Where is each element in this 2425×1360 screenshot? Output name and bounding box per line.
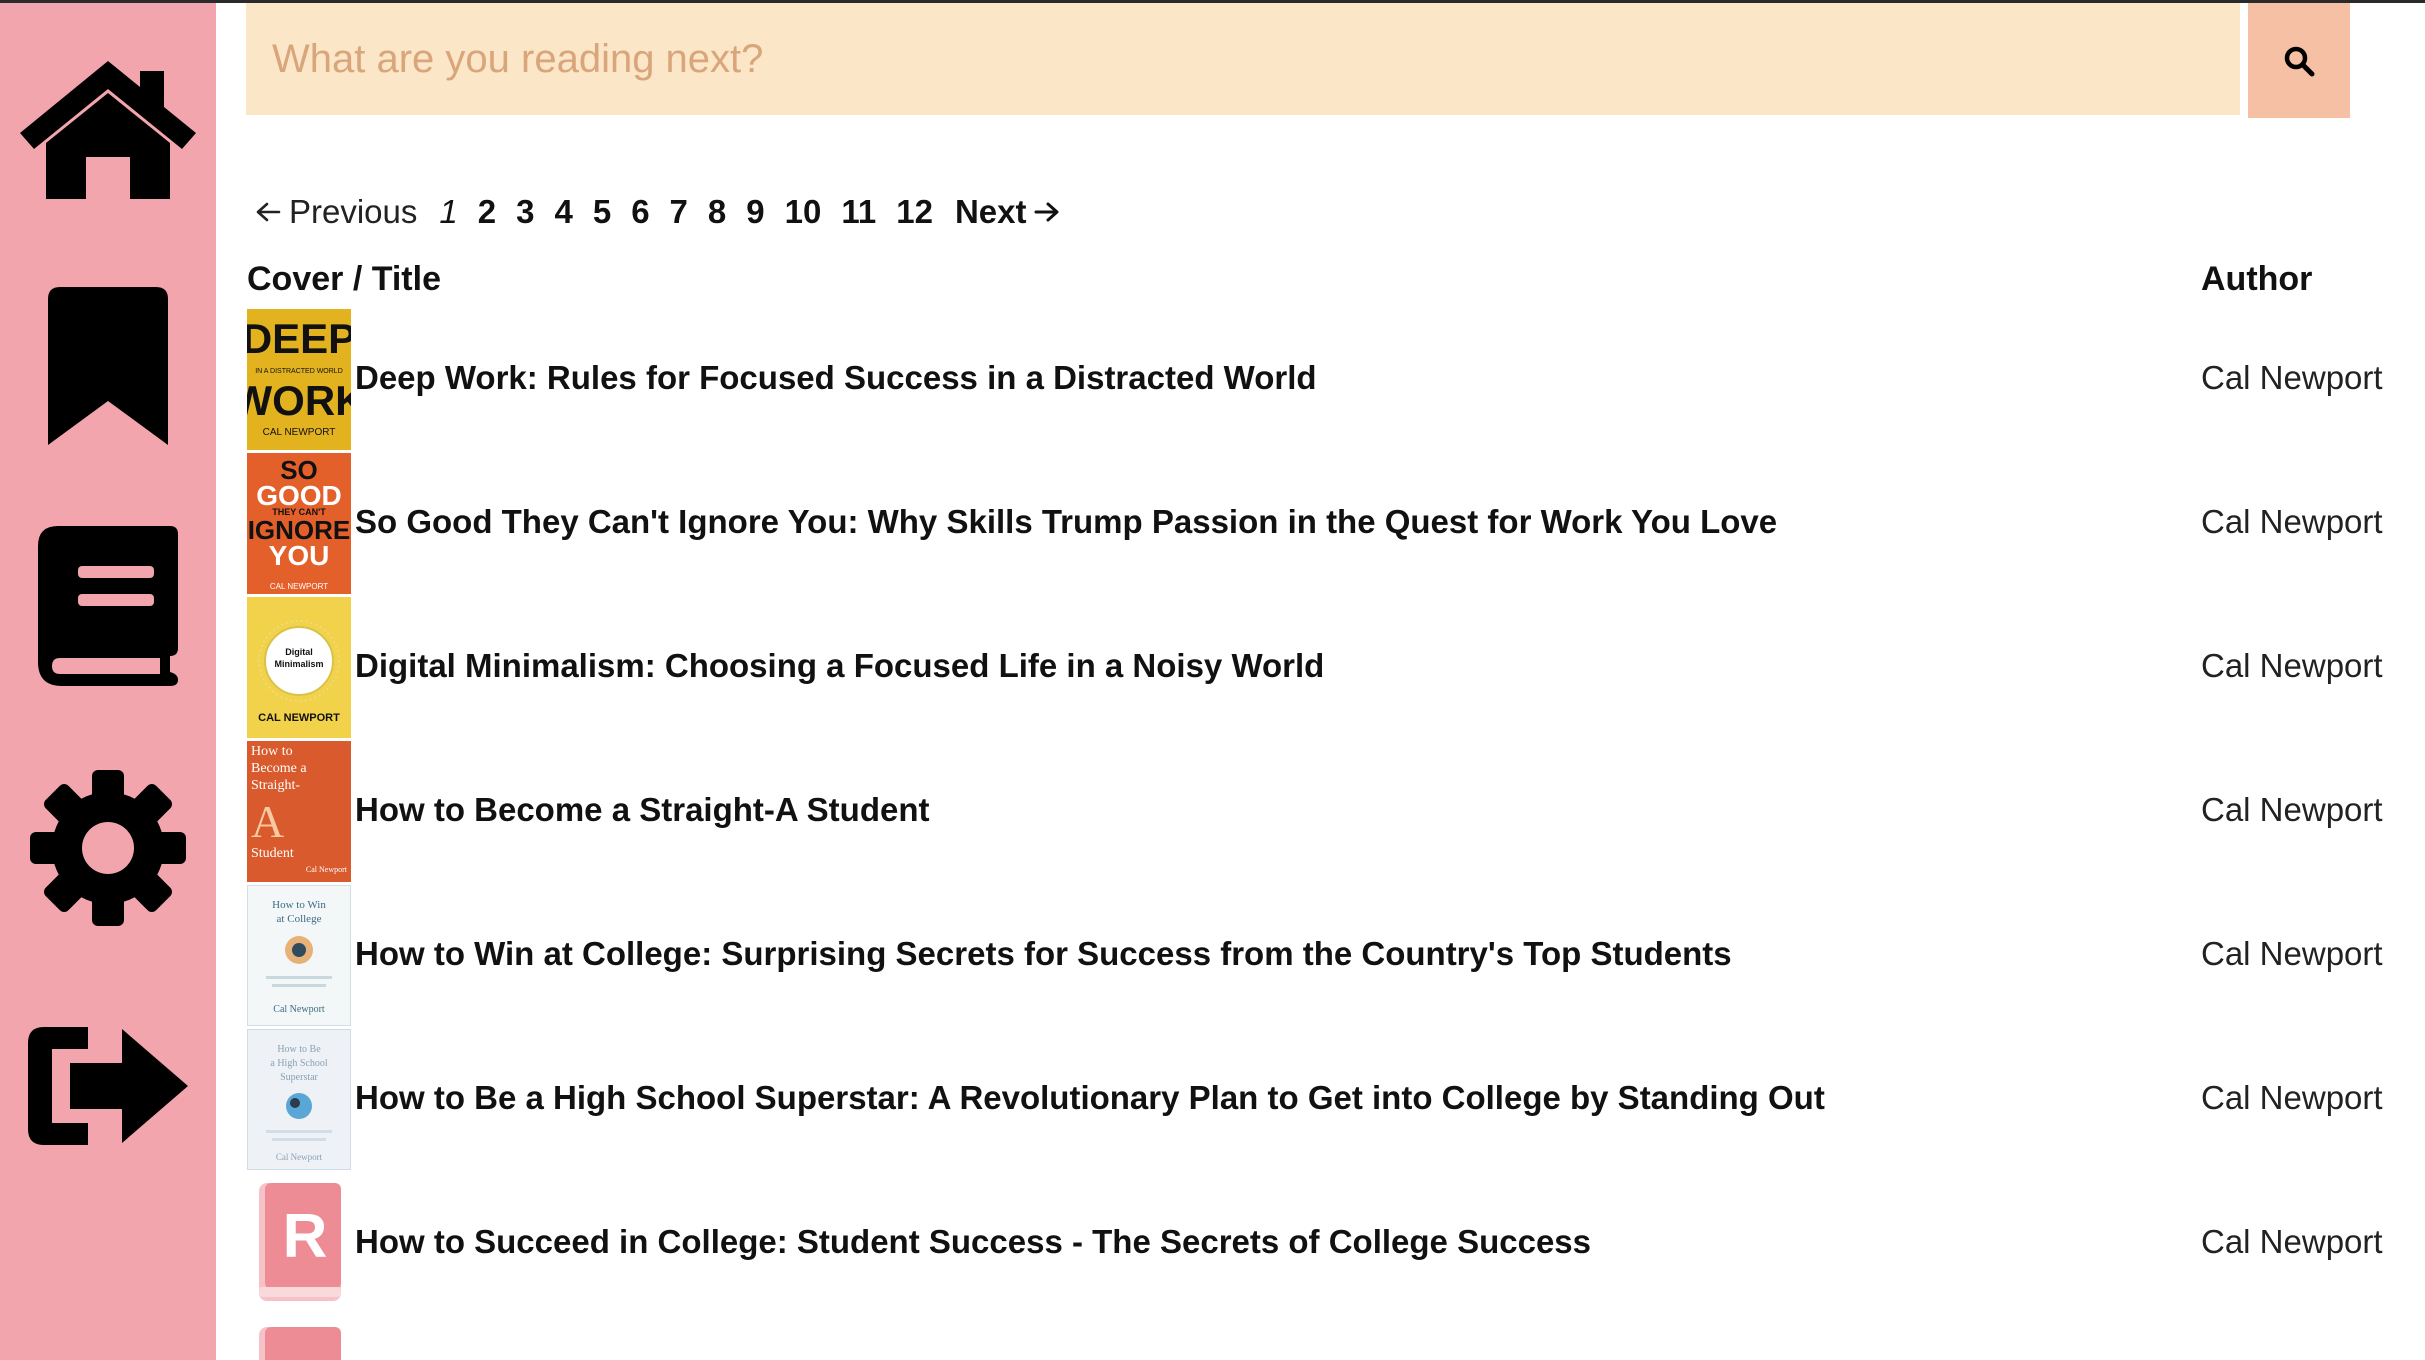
cover-text: Cal Newport xyxy=(306,865,348,874)
page-link-7[interactable]: 7 xyxy=(670,193,688,231)
cover-text: Become a xyxy=(251,761,307,776)
book-cover[interactable]: SO GOOD THEY CAN'T IGNORE YOU CAL NEWPOR… xyxy=(247,453,351,594)
cover-text: Straight- xyxy=(251,778,300,793)
cover-text: A xyxy=(251,796,284,847)
pagination: Previous 1 2 3 4 5 6 7 8 9 10 11 12 Next xyxy=(255,188,1060,236)
cover-text: Minimalism xyxy=(274,659,323,669)
cover-text: YOU xyxy=(269,540,330,571)
book-cover[interactable]: How to Become a Straight- A Student Cal … xyxy=(247,741,351,882)
book-title-link[interactable]: How to Be a High School Superstar: A Rev… xyxy=(355,1079,1825,1117)
sidebar xyxy=(0,3,216,1360)
book-title-link[interactable]: Deep Work: Rules for Focused Success in … xyxy=(355,359,1317,397)
sidebar-item-library[interactable] xyxy=(0,521,216,691)
cover-text: at College xyxy=(277,913,322,925)
book-title-link[interactable]: So Good They Can't Ignore You: Why Skill… xyxy=(355,503,1777,541)
sidebar-item-home[interactable] xyxy=(0,43,216,213)
page-link-11[interactable]: 11 xyxy=(841,193,876,231)
book-author: Cal Newport xyxy=(2201,647,2383,684)
book-placeholder-cover[interactable]: R xyxy=(247,1173,351,1314)
cover-text: How to Be xyxy=(277,1044,321,1055)
page-link-4[interactable]: 4 xyxy=(554,193,572,231)
cover-text: IN A DISTRACTED WORLD xyxy=(255,368,343,375)
page-link-1: 1 xyxy=(439,193,458,230)
book-title-link[interactable]: How to Become a Straight-A Student xyxy=(355,791,929,829)
table-row[interactable]: How to Be a High School Superstar Cal Ne… xyxy=(247,1029,2397,1173)
book-author: Cal Newport xyxy=(2201,791,2383,828)
arrow-right-icon xyxy=(1034,202,1059,222)
search-input[interactable] xyxy=(246,3,2240,115)
sign-out-icon xyxy=(28,1027,188,1145)
book-author: Cal Newport xyxy=(2201,1079,2383,1116)
next-page-link[interactable]: Next xyxy=(955,193,1061,231)
arrow-left-icon xyxy=(256,202,281,222)
cover-text: How to xyxy=(251,744,293,759)
search-bar xyxy=(246,3,2350,118)
cover-text: WORK xyxy=(247,377,351,424)
book-author: Cal Newport xyxy=(2201,1223,2383,1260)
book-author: Cal Newport xyxy=(2201,503,2383,540)
cover-text: CAL NEWPORT xyxy=(258,712,340,724)
bookmark-icon xyxy=(48,287,168,445)
cover-text: CAL NEWPORT xyxy=(270,582,328,591)
book-author: Cal Newport xyxy=(2201,935,2383,972)
cover-text: Digital xyxy=(285,647,313,657)
cover-text: DEEP xyxy=(247,315,351,362)
page-link-5[interactable]: 5 xyxy=(593,193,611,231)
book-cover[interactable]: Digital Minimalism CAL NEWPORT xyxy=(247,597,351,738)
column-header-title: Cover / Title xyxy=(247,260,441,298)
page-link-3[interactable]: 3 xyxy=(516,193,534,231)
table-row[interactable]: SO GOOD THEY CAN'T IGNORE YOU CAL NEWPOR… xyxy=(247,453,2397,597)
table-row[interactable]: DEEP IN A DISTRACTED WORLD WORK CAL NEWP… xyxy=(247,309,2397,453)
table-row[interactable]: How to Become a Straight- A Student Cal … xyxy=(247,741,2397,885)
book-icon xyxy=(38,526,178,686)
book-title-link[interactable]: How to Succeed in College: Student Succe… xyxy=(355,1223,1591,1261)
previous-label: Previous xyxy=(289,193,418,230)
table-row[interactable]: Digital Minimalism CAL NEWPORT Digital M… xyxy=(247,597,2397,741)
cover-text: R xyxy=(283,1202,328,1271)
sidebar-item-logout[interactable] xyxy=(0,1001,216,1171)
book-author: Cal Newport xyxy=(2201,359,2383,396)
page-link-2[interactable]: 2 xyxy=(478,193,496,231)
cover-text: Cal Newport xyxy=(276,1152,323,1162)
cover-text: Cal Newport xyxy=(273,1004,325,1015)
table-row[interactable]: How to Win at College Cal Newport How to… xyxy=(247,885,2397,1029)
book-title-link[interactable]: Digital Minimalism: Choosing a Focused L… xyxy=(355,647,1324,685)
search-button[interactable] xyxy=(2248,3,2350,118)
sidebar-item-bookmarks[interactable] xyxy=(0,281,216,451)
table-row[interactable]: R How to Succeed in College: Student Suc… xyxy=(247,1173,2397,1317)
page-link-10[interactable]: 10 xyxy=(785,193,822,231)
cover-text: a High School xyxy=(270,1058,327,1069)
page-link-9[interactable]: 9 xyxy=(746,193,764,231)
next-label: Next xyxy=(954,193,1027,230)
page-link-6[interactable]: 6 xyxy=(631,193,649,231)
previous-page-link[interactable]: Previous xyxy=(255,193,417,231)
cover-text: CAL NEWPORT xyxy=(263,427,336,438)
column-header-author: Author xyxy=(2201,260,2313,298)
cover-text: How to Win xyxy=(272,899,326,911)
book-title-link[interactable]: How to Win at College: Surprising Secret… xyxy=(355,935,1732,973)
book-cover[interactable]: DEEP IN A DISTRACTED WORLD WORK CAL NEWP… xyxy=(247,309,351,450)
gear-icon xyxy=(30,770,186,926)
home-icon xyxy=(20,61,196,199)
cover-text: Superstar xyxy=(280,1072,318,1083)
cover-text: Student xyxy=(251,846,294,861)
book-cover[interactable]: How to Be a High School Superstar Cal Ne… xyxy=(247,1029,351,1170)
page-link-8[interactable]: 8 xyxy=(708,193,726,231)
sidebar-item-settings[interactable] xyxy=(0,763,216,933)
book-cover[interactable]: How to Win at College Cal Newport xyxy=(247,885,351,1026)
book-placeholder-cover[interactable] xyxy=(247,1317,351,1360)
search-icon xyxy=(2284,46,2315,76)
page-link-12[interactable]: 12 xyxy=(896,193,933,231)
